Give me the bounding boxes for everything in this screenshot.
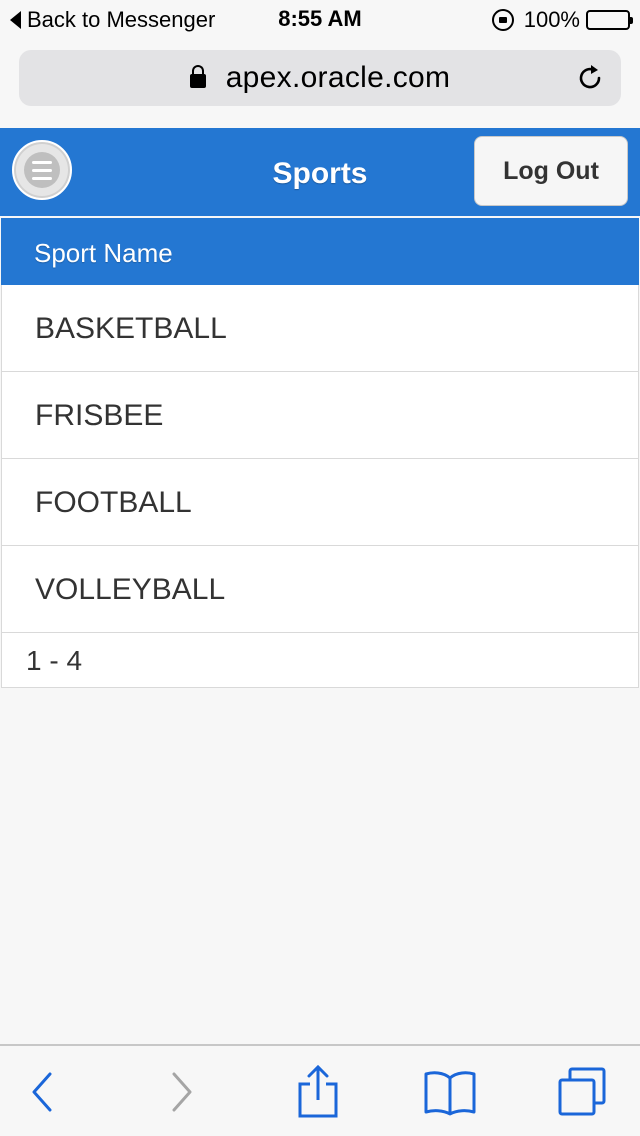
status-right: 100% [491,6,633,34]
battery-icon [586,10,633,30]
back-triangle-icon [10,11,21,29]
tabs-button[interactable] [542,1046,622,1136]
status-bar: Back to Messenger 8:55 AM 100% [0,0,640,40]
address-bar[interactable]: apex.oracle.com [19,50,621,106]
share-icon [298,1064,338,1118]
battery-percent: 100% [523,7,580,32]
orientation-lock-icon [491,9,514,31]
list-item[interactable]: FRISBEE [2,372,638,459]
navigation-menu-button[interactable] [12,140,72,200]
report-list: BASKETBALL FRISBEE FOOTBALL VOLLEYBALL 1… [1,285,639,688]
chevron-left-icon [32,1072,52,1112]
hamburger-icon [24,152,60,188]
list-item[interactable]: FOOTBALL [2,459,638,546]
bookmarks-button[interactable] [410,1046,490,1136]
browser-toolbar [0,1044,640,1136]
reload-icon[interactable] [577,64,605,92]
list-item[interactable]: BASKETBALL [2,285,638,372]
list-item[interactable]: VOLLEYBALL [2,546,638,633]
lock-icon [189,65,206,88]
column-header-sport-name[interactable]: Sport Name [1,218,639,285]
back-to-app-label: Back to Messenger [27,7,216,32]
back-to-app-link[interactable]: Back to Messenger [10,6,215,34]
forward-button[interactable] [142,1046,222,1136]
tabs-icon [558,1067,606,1116]
pagination-range: 1 - 4 [2,633,638,687]
page-title: Sports [272,157,368,190]
chevron-right-icon [172,1072,192,1112]
logout-button[interactable]: Log Out [474,136,628,206]
share-button[interactable] [278,1046,358,1136]
back-button[interactable] [2,1046,82,1136]
url-text: apex.oracle.com [225,61,451,94]
book-icon [424,1071,476,1116]
